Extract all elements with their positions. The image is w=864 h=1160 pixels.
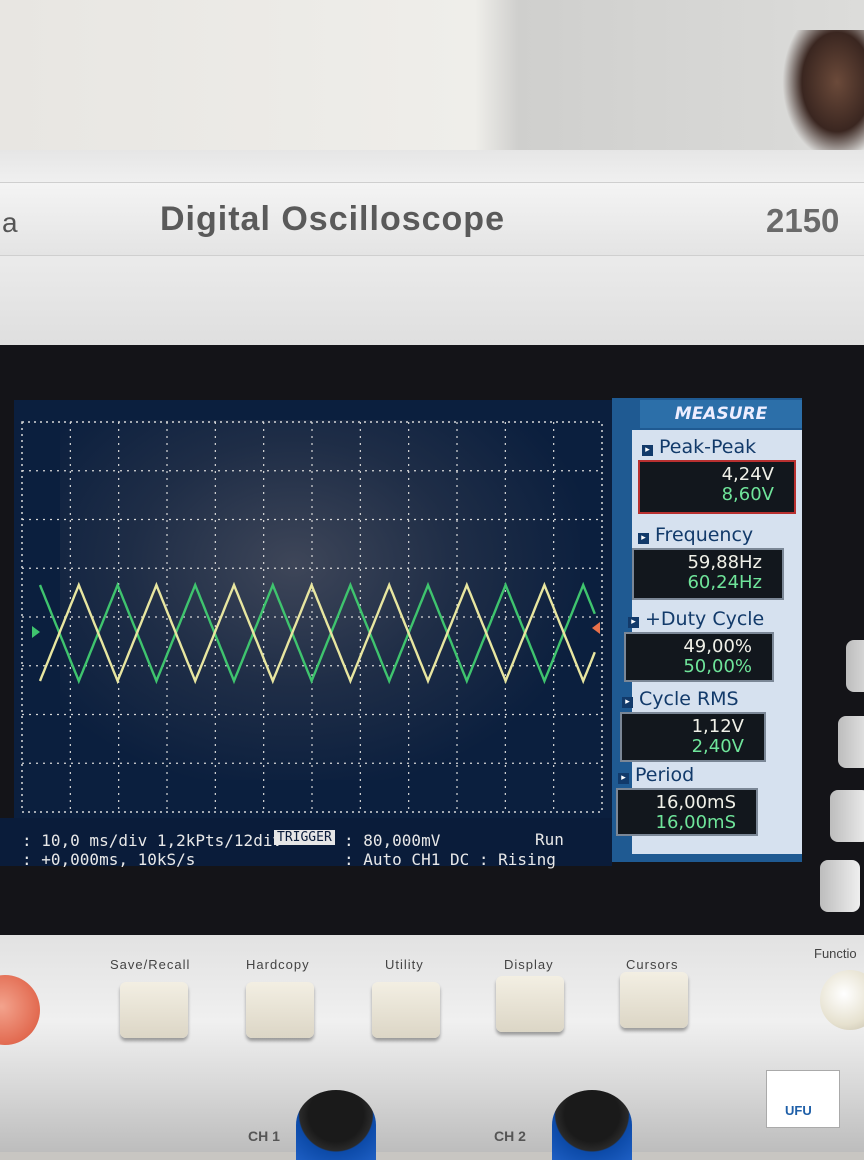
display-label: Display <box>504 957 554 972</box>
hardcopy-label: Hardcopy <box>246 957 310 972</box>
trigger-marker-right <box>592 622 600 634</box>
measure-value-box: 16,00mS 16,00mS <box>616 788 758 836</box>
display-button[interactable] <box>496 976 564 1032</box>
status-bar: : 10,0 ms/div 1,2kPts/12div : +0,000ms, … <box>0 818 612 869</box>
ch1-value: 1,12V <box>691 716 744 737</box>
ch2-bnc-connector[interactable] <box>552 1090 632 1160</box>
offset-readout: : +0,000ms, 10kS/s <box>22 850 196 869</box>
timebase-readout: : 10,0 ms/div 1,2kPts/12div <box>22 831 283 850</box>
ufu-logo: UFU <box>766 1070 840 1128</box>
measure-label: +Duty Cycle <box>645 608 765 630</box>
trigger-badge: TRIGGER <box>274 830 335 845</box>
ch1-label: CH 1 <box>248 1128 280 1144</box>
arrow-icon: ▸ <box>638 533 649 544</box>
measure-label: Cycle RMS <box>639 688 739 710</box>
measure-label: Frequency <box>655 524 754 546</box>
ch2-value: 50,00% <box>683 656 752 677</box>
arrow-icon: ▸ <box>628 617 639 628</box>
arrow-icon: ▸ <box>622 697 633 708</box>
ch1-value: 59,88Hz <box>687 552 762 573</box>
cursors-label: Cursors <box>626 957 679 972</box>
trigger-level: : 80,000mV <box>344 831 441 850</box>
ch2-label: CH 2 <box>494 1128 526 1144</box>
measure-label: Period <box>635 764 695 786</box>
model-number: 2150 <box>766 202 840 239</box>
ch1-bnc-connector[interactable] <box>296 1090 376 1160</box>
side-menu-button-2[interactable] <box>838 716 864 768</box>
measure-label: Peak-Peak <box>659 436 757 458</box>
side-menu-button-1[interactable] <box>846 640 864 692</box>
device-title: Digital Oscilloscope <box>160 200 505 238</box>
logo-text: UFU <box>785 1103 812 1118</box>
ch1-value: 16,00mS <box>655 792 737 813</box>
ch2-value: 8,60V <box>721 484 774 505</box>
ch2-value: 60,24Hz <box>687 572 762 593</box>
trigger-mode: : Auto CH1 DC : Rising <box>344 850 556 869</box>
arrow-icon: ▸ <box>618 773 629 784</box>
ch1-value: 49,00% <box>683 636 752 657</box>
waveform-plot <box>21 421 603 813</box>
save-recall-label: Save/Recall <box>110 957 191 972</box>
side-menu-button-3[interactable] <box>830 790 864 842</box>
utility-button[interactable] <box>372 982 440 1038</box>
function-label: Functio <box>814 946 857 961</box>
side-menu-button-4[interactable] <box>820 860 860 912</box>
measure-panel: MEASURE ▸ Peak-Peak 4,24V 8,60V ▸ Frequenc… <box>612 398 802 862</box>
hardcopy-button[interactable] <box>246 982 314 1038</box>
ch2-value: 16,00mS <box>655 812 737 833</box>
measure-value-box: 49,00% 50,00% <box>624 632 774 682</box>
run-state: Run <box>535 830 564 849</box>
background-wall <box>0 0 864 160</box>
ch1-value: 4,24V <box>721 464 774 485</box>
grid-border <box>21 421 603 813</box>
arrow-icon: ▸ <box>642 445 653 456</box>
measure-value-box: 4,24V 8,60V <box>638 460 796 514</box>
ch2-value: 2,40V <box>691 736 744 757</box>
measure-value-box: 59,88Hz 60,24Hz <box>632 548 784 600</box>
utility-label: Utility <box>385 957 424 972</box>
cursors-button[interactable] <box>620 972 688 1028</box>
ch-marker-left <box>32 626 40 638</box>
measure-value-box: 1,12V 2,40V <box>620 712 766 762</box>
brand-fragment: a <box>2 207 18 238</box>
save-recall-button[interactable] <box>120 982 188 1038</box>
person-in-background <box>782 30 864 160</box>
measure-header: MEASURE <box>640 400 802 428</box>
